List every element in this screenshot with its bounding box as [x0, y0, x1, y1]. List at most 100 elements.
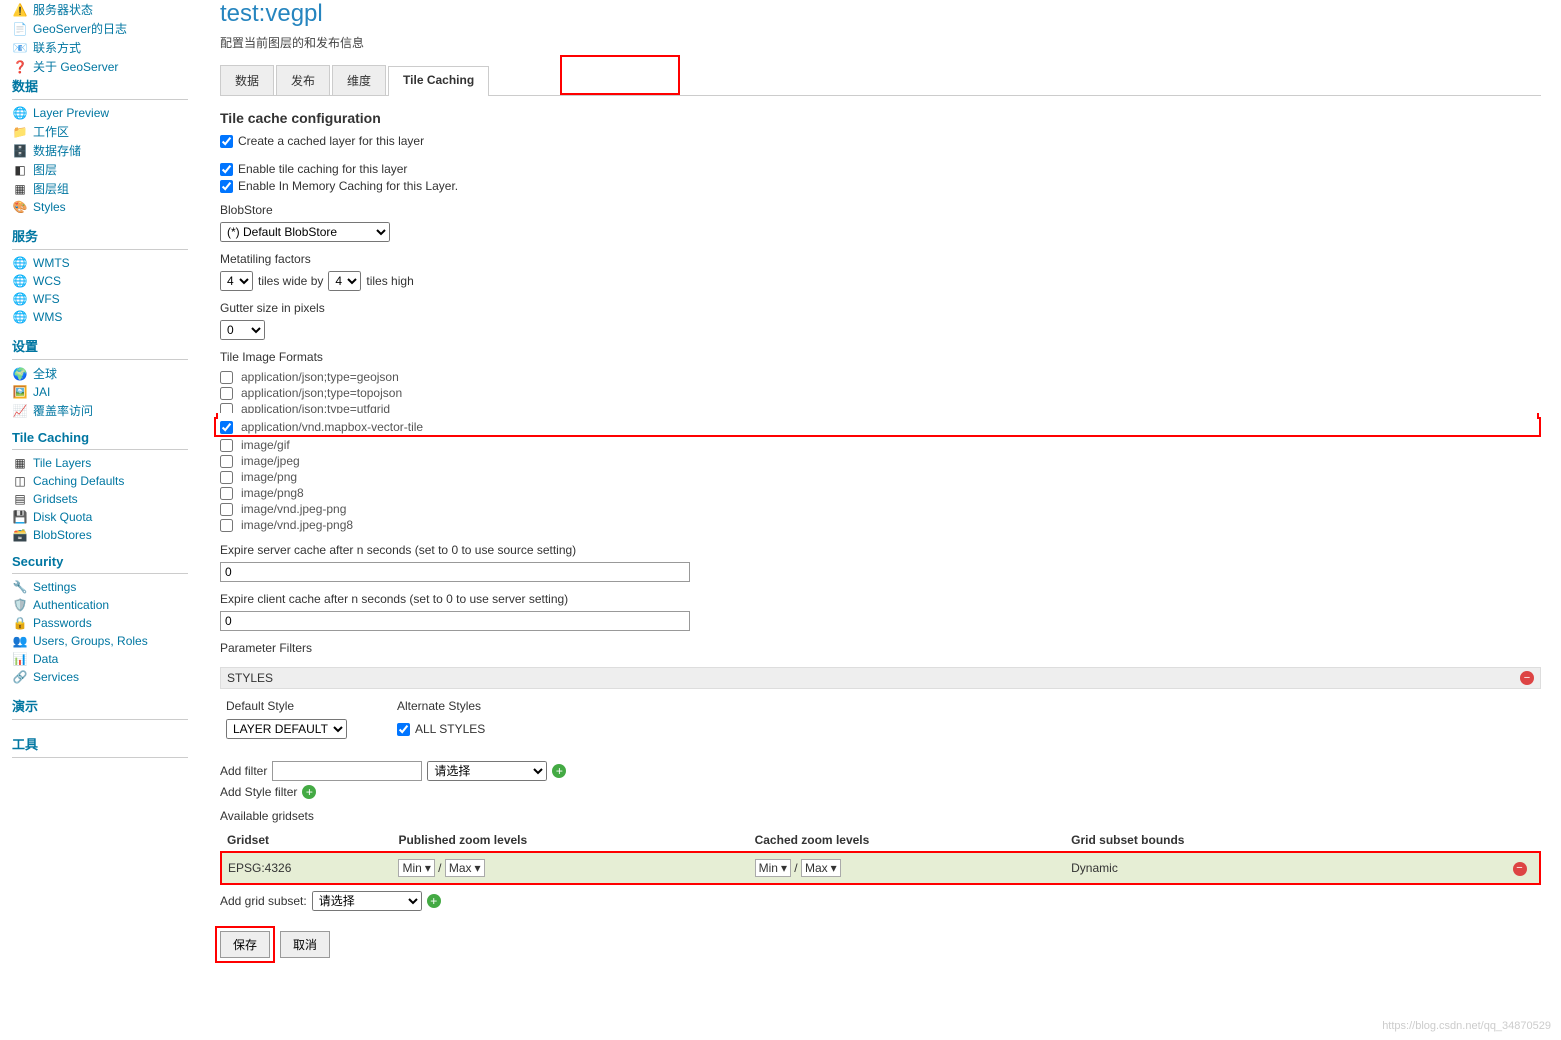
- add-filter-input[interactable]: [272, 761, 422, 781]
- format-label: application/json;type=topojson: [241, 386, 402, 400]
- expire-client-input[interactable]: [220, 611, 690, 631]
- nav-item[interactable]: 🖼️JAI: [12, 383, 188, 401]
- nav-link[interactable]: Services: [33, 670, 79, 684]
- cancel-button[interactable]: 取消: [280, 931, 330, 958]
- nav-item[interactable]: 👥Users, Groups, Roles: [12, 632, 188, 650]
- nav-icon: 🌐: [12, 291, 28, 307]
- blobstore-select[interactable]: (*) Default BlobStore: [220, 222, 390, 242]
- nav-link[interactable]: GeoServer的日志: [33, 20, 127, 37]
- remove-styles-icon[interactable]: −: [1520, 671, 1534, 685]
- nav-item[interactable]: 🛡️Authentication: [12, 596, 188, 614]
- nav-link[interactable]: 图层组: [33, 180, 69, 197]
- nav-item[interactable]: 🗄️数据存储: [12, 141, 188, 160]
- nav-item[interactable]: 📈覆盖率访问: [12, 401, 188, 420]
- nav-item[interactable]: ◫Caching Defaults: [12, 472, 188, 490]
- tab-Tile Caching[interactable]: Tile Caching: [388, 66, 489, 96]
- nav-link[interactable]: Settings: [33, 580, 76, 594]
- nav-link[interactable]: 联系方式: [33, 39, 81, 56]
- cb-all-styles[interactable]: [397, 723, 410, 736]
- cached-max-select[interactable]: Max ▾: [801, 859, 841, 877]
- nav-link[interactable]: 服务器状态: [33, 1, 93, 18]
- add-grid-subset-icon[interactable]: +: [427, 894, 441, 908]
- tab-数据[interactable]: 数据: [220, 65, 274, 95]
- format-checkbox[interactable]: [220, 387, 233, 400]
- metatile-wide-select[interactable]: 4: [220, 271, 253, 291]
- nav-link[interactable]: Passwords: [33, 616, 92, 630]
- nav-link[interactable]: WCS: [33, 274, 61, 288]
- add-filter-select[interactable]: 请选择: [427, 761, 547, 781]
- add-style-filter-icon[interactable]: +: [302, 785, 316, 799]
- nav-item[interactable]: 🔒Passwords: [12, 614, 188, 632]
- nav-link[interactable]: Data: [33, 652, 58, 666]
- expire-server-input[interactable]: [220, 562, 690, 582]
- nav-link[interactable]: WFS: [33, 292, 60, 306]
- nav-item[interactable]: 🌍全球: [12, 364, 188, 383]
- nav-link[interactable]: Styles: [33, 200, 66, 214]
- format-checkbox[interactable]: [220, 487, 233, 500]
- nav-link[interactable]: Users, Groups, Roles: [33, 634, 148, 648]
- nav-item[interactable]: 📧联系方式: [12, 38, 188, 57]
- format-checkbox[interactable]: [220, 519, 233, 532]
- cb-create-cached[interactable]: [220, 135, 233, 148]
- nav-link[interactable]: 全球: [33, 365, 57, 382]
- gutter-select[interactable]: 0: [220, 320, 265, 340]
- nav-item[interactable]: 🔧Settings: [12, 578, 188, 596]
- remove-gridset-icon[interactable]: −: [1513, 862, 1527, 876]
- nav-item[interactable]: ▦Tile Layers: [12, 454, 188, 472]
- save-button[interactable]: 保存: [220, 931, 270, 958]
- cb-enable-tile[interactable]: [220, 163, 233, 176]
- nav-link[interactable]: WMS: [33, 310, 62, 324]
- nav-item[interactable]: 🔗 Services: [12, 668, 188, 686]
- format-checkbox[interactable]: [220, 371, 233, 384]
- nav-link[interactable]: Tile Layers: [33, 456, 91, 470]
- format-checkbox[interactable]: [220, 421, 233, 434]
- metatile-high-select[interactable]: 4: [328, 271, 361, 291]
- nav-link[interactable]: 覆盖率访问: [33, 402, 93, 419]
- nav-item[interactable]: 🌐Layer Preview: [12, 104, 188, 122]
- nav-link[interactable]: 关于 GeoServer: [33, 58, 118, 75]
- nav-link[interactable]: WMTS: [33, 256, 70, 270]
- format-checkbox[interactable]: [220, 439, 233, 452]
- cb-inmem[interactable]: [220, 180, 233, 193]
- format-checkbox[interactable]: [220, 471, 233, 484]
- default-style-select[interactable]: LAYER DEFAULT: [226, 719, 347, 739]
- format-checkbox[interactable]: [220, 503, 233, 516]
- nav-item[interactable]: 📊Data: [12, 650, 188, 668]
- nav-link[interactable]: Disk Quota: [33, 510, 92, 524]
- nav-item[interactable]: ▤Gridsets: [12, 490, 188, 508]
- nav-link[interactable]: Gridsets: [33, 492, 78, 506]
- nav-link[interactable]: 数据存储: [33, 142, 81, 159]
- nav-item[interactable]: 🌐WCS: [12, 272, 188, 290]
- format-row: image/vnd.jpeg-png8: [220, 517, 1541, 533]
- format-checkbox[interactable]: [220, 455, 233, 468]
- nav-icon: 🔗: [12, 669, 28, 685]
- cached-min-select[interactable]: Min ▾: [755, 859, 791, 877]
- nav-item[interactable]: ◧图层: [12, 160, 188, 179]
- add-filter-icon[interactable]: +: [552, 764, 566, 778]
- nav-item[interactable]: 🌐WMTS: [12, 254, 188, 272]
- nav-item[interactable]: 📁工作区: [12, 122, 188, 141]
- nav-link[interactable]: JAI: [33, 385, 50, 399]
- nav-link[interactable]: Caching Defaults: [33, 474, 124, 488]
- nav-item[interactable]: 🌐 WMS: [12, 308, 188, 326]
- section-title: Tile cache configuration: [220, 110, 1541, 126]
- nav-item[interactable]: ❓关于 GeoServer: [12, 57, 188, 76]
- add-grid-subset-select[interactable]: 请选择: [312, 891, 422, 911]
- nav-item[interactable]: ⚠️服务器状态: [12, 0, 188, 19]
- nav-item[interactable]: 💾Disk Quota: [12, 508, 188, 526]
- tab-发布[interactable]: 发布: [276, 65, 330, 95]
- nav-link[interactable]: 工作区: [33, 123, 69, 140]
- published-min-select[interactable]: Min ▾: [398, 859, 434, 877]
- nav-link[interactable]: BlobStores: [33, 528, 92, 542]
- nav-link[interactable]: Layer Preview: [33, 106, 109, 120]
- nav-icon: 🌐: [12, 309, 28, 325]
- nav-item[interactable]: ▦图层组: [12, 179, 188, 198]
- published-max-select[interactable]: Max ▾: [445, 859, 485, 877]
- nav-link[interactable]: 图层: [33, 161, 57, 178]
- tab-维度[interactable]: 维度: [332, 65, 386, 95]
- nav-item[interactable]: 📄GeoServer的日志: [12, 19, 188, 38]
- nav-item[interactable]: 🗃️BlobStores: [12, 526, 188, 544]
- nav-item[interactable]: 🌐 WFS: [12, 290, 188, 308]
- nav-link[interactable]: Authentication: [33, 598, 109, 612]
- nav-item[interactable]: 🎨Styles: [12, 198, 188, 216]
